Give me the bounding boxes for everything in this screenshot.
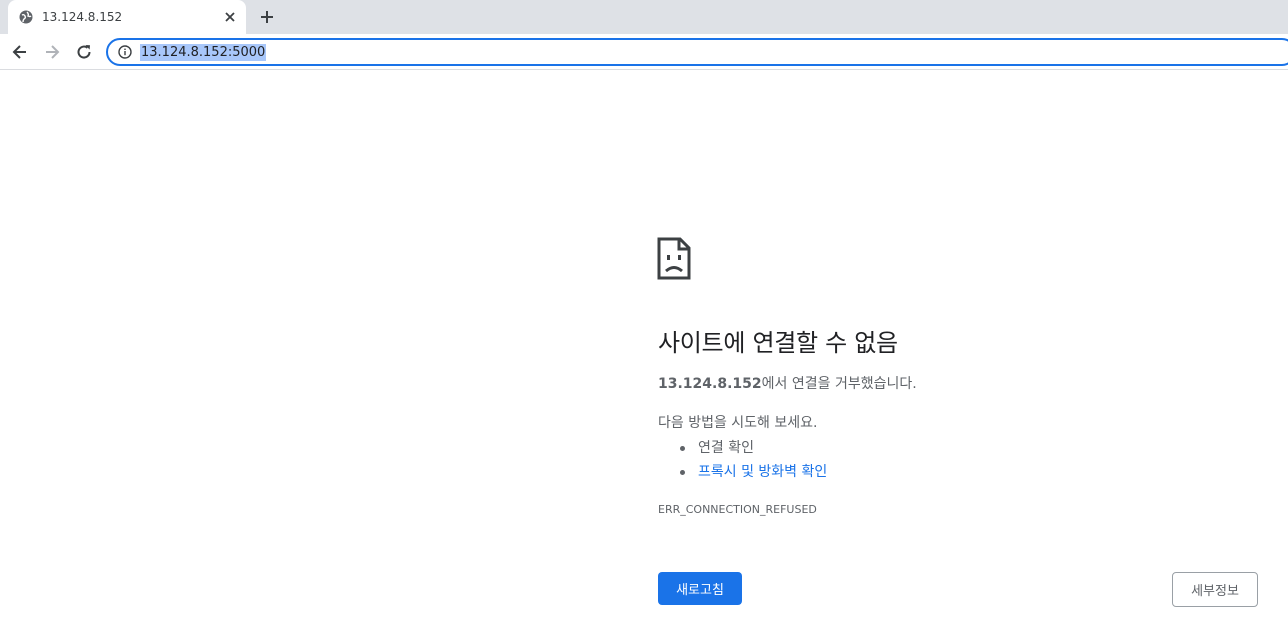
- error-code: ERR_CONNECTION_REFUSED: [658, 503, 817, 516]
- globe-icon: [19, 10, 33, 24]
- address-bar[interactable]: 13.124.8.152:5000: [106, 38, 1288, 66]
- list-item: 연결 확인: [680, 436, 827, 460]
- error-page: 사이트에 연결할 수 없음 13.124.8.152에서 연결을 거부했습니다.…: [0, 71, 1288, 631]
- info-icon[interactable]: [118, 45, 132, 59]
- sad-page-icon: [657, 237, 691, 280]
- arrow-left-icon[interactable]: [10, 42, 30, 62]
- error-host: 13.124.8.152: [658, 376, 762, 392]
- error-title: 사이트에 연결할 수 없음: [658, 329, 898, 357]
- error-description: 13.124.8.152에서 연결을 거부했습니다.: [658, 373, 917, 393]
- reload-button[interactable]: 새로고침: [658, 572, 742, 605]
- browser-tab[interactable]: 13.124.8.152: [8, 0, 246, 34]
- browser-toolbar: 13.124.8.152:5000: [0, 34, 1288, 70]
- arrow-right-icon[interactable]: [42, 42, 62, 62]
- suggestions-heading: 다음 방법을 시도해 보세요.: [658, 415, 818, 431]
- reload-icon[interactable]: [74, 42, 94, 62]
- url-text[interactable]: 13.124.8.152:5000: [140, 44, 267, 61]
- suggestions-list: 연결 확인 프록시 및 방화벽 확인: [680, 436, 827, 484]
- tab-strip: 13.124.8.152: [0, 0, 1288, 34]
- suggestion-check-connection: 연결 확인: [698, 440, 754, 456]
- error-desc-text: 에서 연결을 거부했습니다.: [761, 376, 917, 392]
- close-icon[interactable]: [222, 9, 238, 25]
- tab-title: 13.124.8.152: [42, 10, 123, 24]
- plus-icon[interactable]: [258, 8, 276, 26]
- details-button[interactable]: 세부정보: [1172, 572, 1258, 607]
- list-item[interactable]: 프록시 및 방화벽 확인: [680, 460, 827, 484]
- suggestion-check-proxy-link[interactable]: 프록시 및 방화벽 확인: [698, 464, 827, 480]
